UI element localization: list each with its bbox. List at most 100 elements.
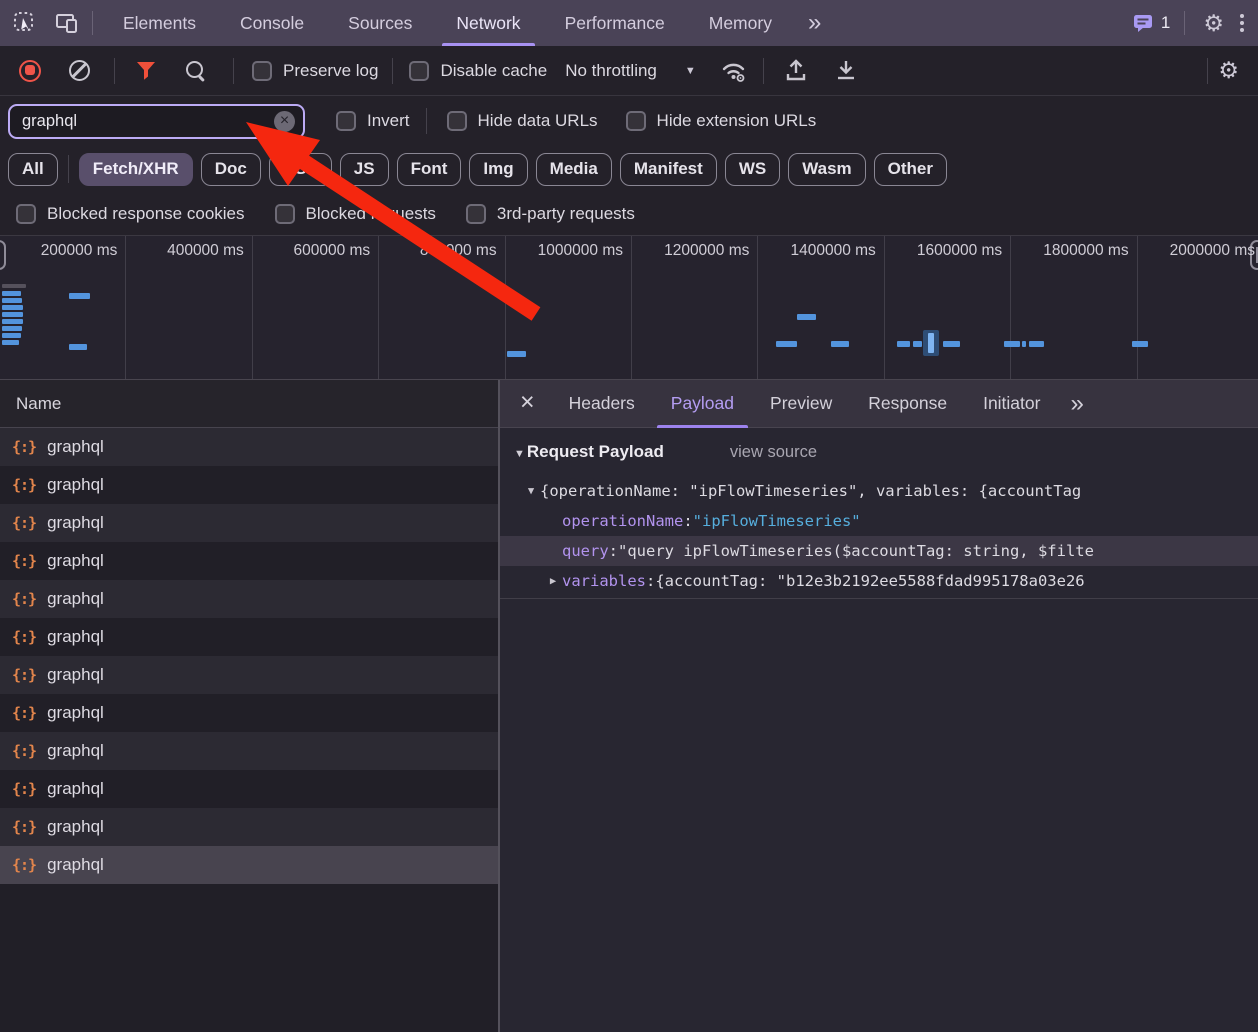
timeline-request-bar[interactable]: [776, 341, 797, 347]
payload-preview-row[interactable]: ▼ {operationName: "ipFlowTimeseries", va…: [500, 476, 1258, 506]
tab-memory[interactable]: Memory: [687, 0, 794, 46]
collapse-triangle-icon[interactable]: ▼: [514, 448, 525, 460]
tab-sources[interactable]: Sources: [326, 0, 434, 46]
request-row[interactable]: {:} graphql: [0, 846, 498, 884]
tab-headers[interactable]: Headers: [551, 380, 653, 428]
resource-type-chip-ws[interactable]: WS: [725, 153, 780, 186]
checkbox[interactable]: [275, 204, 295, 224]
hide-data-urls-checkbox[interactable]: Hide data URLs: [447, 111, 598, 131]
preserve-log-checkbox[interactable]: Preserve log: [252, 61, 378, 81]
search-icon[interactable]: [185, 60, 207, 82]
clear-filter-icon[interactable]: ×: [274, 111, 295, 132]
request-row[interactable]: {:} graphql: [0, 428, 498, 466]
timeline-request-bar[interactable]: [69, 344, 87, 350]
issues-counter[interactable]: 1: [1126, 12, 1176, 34]
request-row[interactable]: {:} graphql: [0, 808, 498, 846]
payload-tree-row[interactable]: query: "query ipFlowTimeseries($accountT…: [500, 536, 1258, 566]
settings-gear-icon[interactable]: ⚙: [1193, 12, 1234, 35]
timeline-request-bar[interactable]: [69, 293, 90, 299]
disable-cache-checkbox[interactable]: Disable cache: [409, 61, 547, 81]
tab-performance[interactable]: Performance: [543, 0, 687, 46]
third-party-requests-checkbox[interactable]: 3rd-party requests: [466, 204, 635, 224]
payload-tree-row[interactable]: ▶ variables: {accountTag: "b12e3b2192ee5…: [500, 566, 1258, 596]
tab-network[interactable]: Network: [434, 0, 542, 46]
resource-type-chip-js[interactable]: JS: [340, 153, 389, 186]
request-row[interactable]: {:} graphql: [0, 656, 498, 694]
resource-type-chip-css[interactable]: CSS: [269, 153, 332, 186]
request-payload-section-header[interactable]: ▼ Request Payload view source: [500, 442, 1258, 476]
more-detail-tabs-icon[interactable]: »: [1058, 390, 1093, 418]
timeline-request-bar[interactable]: [2, 326, 22, 331]
network-overview-timeline[interactable]: 200000 ms400000 ms600000 ms800000 ms1000…: [0, 236, 1258, 380]
tab-preview[interactable]: Preview: [752, 380, 850, 428]
timeline-request-bar[interactable]: [797, 314, 816, 320]
timeline-request-bar[interactable]: [2, 333, 21, 338]
request-row[interactable]: {:} graphql: [0, 466, 498, 504]
blocked-response-cookies-checkbox[interactable]: Blocked response cookies: [16, 204, 245, 224]
export-har-icon[interactable]: [834, 58, 858, 83]
resource-type-chip-font[interactable]: Font: [397, 153, 462, 186]
inspect-element-icon[interactable]: [8, 6, 42, 40]
name-column-header[interactable]: Name: [0, 380, 498, 428]
timeline-request-bar[interactable]: [943, 341, 960, 347]
checkbox[interactable]: [252, 61, 272, 81]
resource-type-chip-other[interactable]: Other: [874, 153, 947, 186]
timeline-request-bar[interactable]: [2, 319, 23, 324]
checkbox[interactable]: [336, 111, 356, 131]
network-settings-gear-icon[interactable]: ⚙: [1218, 59, 1239, 82]
hide-extension-urls-checkbox[interactable]: Hide extension URLs: [626, 111, 817, 131]
request-row[interactable]: {:} graphql: [0, 618, 498, 656]
device-toolbar-icon[interactable]: [50, 6, 84, 40]
request-row[interactable]: {:} graphql: [0, 542, 498, 580]
resource-type-chip-manifest[interactable]: Manifest: [620, 153, 717, 186]
timeline-request-bar[interactable]: [507, 351, 526, 357]
tab-elements[interactable]: Elements: [101, 0, 218, 46]
blocked-requests-checkbox[interactable]: Blocked requests: [275, 204, 436, 224]
timeline-request-bar[interactable]: [831, 341, 849, 347]
checkbox[interactable]: [626, 111, 646, 131]
timeline-request-bar[interactable]: [2, 284, 26, 288]
resource-type-chip-wasm[interactable]: Wasm: [788, 153, 865, 186]
more-tabs-icon[interactable]: »: [794, 9, 833, 37]
throttling-dropdown[interactable]: No throttling ▼: [565, 61, 696, 81]
timeline-request-bar[interactable]: [2, 291, 21, 296]
timeline-request-bar[interactable]: [2, 340, 19, 345]
timeline-request-bar[interactable]: [2, 312, 23, 317]
resource-type-chip-media[interactable]: Media: [536, 153, 612, 186]
timeline-request-bar[interactable]: [1004, 341, 1020, 347]
checkbox[interactable]: [466, 204, 486, 224]
filter-input-box[interactable]: ×: [8, 104, 305, 139]
import-har-icon[interactable]: [784, 58, 808, 83]
kebab-menu-icon[interactable]: [1234, 14, 1258, 32]
checkbox[interactable]: [409, 61, 429, 81]
request-row[interactable]: {:} graphql: [0, 580, 498, 618]
request-row[interactable]: {:} graphql: [0, 732, 498, 770]
resource-type-chip-img[interactable]: Img: [469, 153, 527, 186]
tab-response[interactable]: Response: [850, 380, 965, 428]
timeline-request-bar[interactable]: [897, 341, 910, 347]
payload-tree-row[interactable]: operationName: "ipFlowTimeseries": [500, 506, 1258, 536]
resource-type-chip-doc[interactable]: Doc: [201, 153, 261, 186]
close-details-icon[interactable]: ×: [500, 388, 551, 419]
timeline-request-bar[interactable]: [928, 333, 934, 353]
tab-console[interactable]: Console: [218, 0, 326, 46]
timeline-request-bar[interactable]: [1132, 341, 1148, 347]
timeline-request-bar[interactable]: [2, 298, 22, 303]
timeline-request-bar[interactable]: [1022, 341, 1026, 347]
request-row[interactable]: {:} graphql: [0, 694, 498, 732]
expand-triangle-icon[interactable]: ▶: [544, 575, 562, 587]
record-network-log-button[interactable]: [19, 60, 41, 82]
request-row[interactable]: {:} graphql: [0, 504, 498, 542]
tab-initiator[interactable]: Initiator: [965, 380, 1058, 428]
view-source-link[interactable]: view source: [730, 443, 817, 462]
timeline-request-bar[interactable]: [2, 305, 23, 310]
resource-type-chip-fetch-xhr[interactable]: Fetch/XHR: [79, 153, 193, 186]
resource-type-chip-all[interactable]: All: [8, 153, 58, 186]
request-row[interactable]: {:} graphql: [0, 770, 498, 808]
invert-checkbox[interactable]: Invert: [336, 111, 410, 131]
filter-input[interactable]: [22, 112, 274, 131]
network-conditions-icon[interactable]: [720, 59, 747, 83]
timeline-request-bar[interactable]: [913, 341, 922, 347]
filter-funnel-icon[interactable]: [135, 60, 157, 81]
collapse-triangle-icon[interactable]: ▼: [522, 485, 540, 497]
